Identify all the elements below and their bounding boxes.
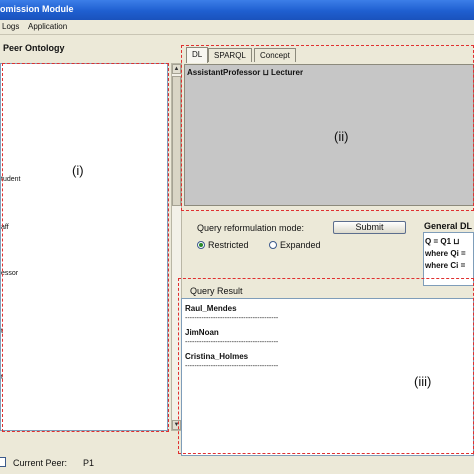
tree-item[interactable]: aff: [1, 224, 9, 231]
query-result-title: Query Result: [190, 286, 243, 296]
result-item[interactable]: Cristina_Holmes: [185, 352, 248, 361]
scroll-thumb[interactable]: [172, 76, 181, 206]
tree-item[interactable]: t: [1, 328, 3, 335]
region-label-iii: (iii): [414, 374, 432, 389]
radio-expanded-label: Expanded: [280, 240, 321, 250]
main-content: Peer Ontology tudent aff essor t t ▲ ▼ (…: [0, 35, 474, 474]
reformulation-mode-label: Query reformulation mode:: [197, 223, 305, 233]
radio-expanded[interactable]: Expanded: [269, 240, 321, 250]
result-item[interactable]: Raul_Mendes: [185, 304, 237, 313]
tree-item[interactable]: tudent: [1, 176, 20, 183]
result-separator: ----------------------------------------: [185, 339, 279, 346]
dl-query-area[interactable]: AssistantProfessor ⊔ Lecturer: [184, 64, 474, 206]
current-peer-value: P1: [83, 458, 95, 468]
scroll-down-icon[interactable]: ▼: [172, 420, 181, 430]
result-item[interactable]: JimNoan: [185, 328, 219, 337]
peer-ontology-title: Peer Ontology: [3, 43, 65, 53]
radio-restricted-label: Restricted: [208, 240, 249, 250]
general-dl-title: General DL: [424, 221, 473, 231]
result-separator: ----------------------------------------: [185, 315, 279, 322]
peer-ontology-tree[interactable]: tudent aff essor t t: [0, 63, 168, 431]
tree-item[interactable]: t: [1, 374, 3, 381]
general-dl-line: where Ci =: [425, 261, 466, 270]
tree-item[interactable]: essor: [1, 270, 18, 277]
scroll-up-icon[interactable]: ▲: [172, 64, 181, 74]
radio-selected-icon[interactable]: [197, 241, 205, 249]
general-dl-box[interactable]: Q = Q1 ⊔ where Qi = where Ci =: [423, 232, 474, 286]
menu-application[interactable]: Application: [28, 22, 67, 31]
dl-expression: AssistantProfessor ⊔ Lecturer: [187, 68, 304, 77]
tab-concept[interactable]: Concept: [254, 48, 296, 62]
region-label-ii: (ii): [334, 129, 349, 144]
submit-button[interactable]: Submit: [333, 221, 406, 234]
general-dl-line: where Qi =: [425, 249, 466, 258]
general-dl-line: Q = Q1 ⊔: [425, 237, 460, 246]
tab-dl[interactable]: DL: [186, 47, 209, 63]
tab-sparql[interactable]: SPARQL: [208, 48, 252, 62]
window-titlebar: omission Module: [0, 0, 474, 20]
result-separator: ----------------------------------------: [185, 363, 279, 370]
window-title: omission Module: [0, 4, 74, 14]
peer-checkbox[interactable]: [0, 457, 6, 467]
radio-unselected-icon[interactable]: [269, 241, 277, 249]
menu-logs[interactable]: Logs: [2, 22, 19, 31]
radio-restricted[interactable]: Restricted: [197, 240, 249, 250]
status-bar: Current Peer: P1: [0, 452, 474, 474]
current-peer-label: Current Peer:: [13, 458, 68, 468]
region-label-i: (i): [72, 163, 84, 178]
menu-bar: Logs Application: [0, 20, 474, 35]
